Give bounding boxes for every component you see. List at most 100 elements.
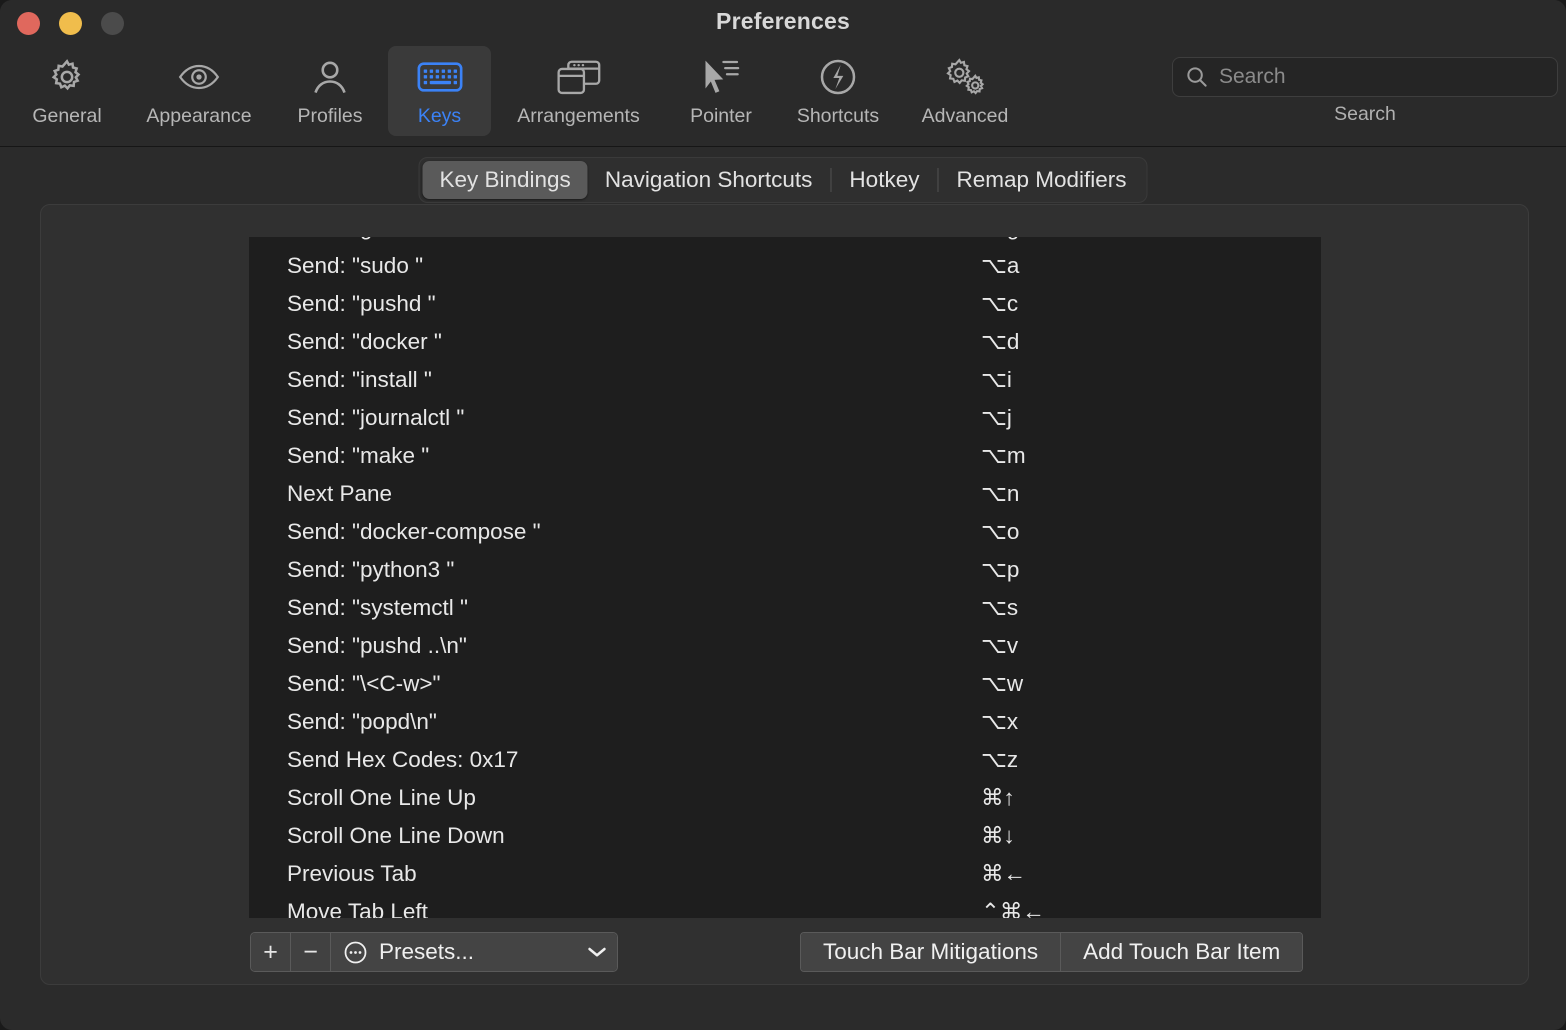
row-action: Send: "pushd " (287, 291, 981, 317)
row-shortcut: ⌥s (981, 595, 1321, 621)
key-bindings-panel: Send: "git status\n" ⌥g Send: "sudo " ⌥a… (40, 204, 1529, 985)
table-row[interactable]: Send: "journalctl " ⌥j (249, 399, 1321, 437)
toolbar-item-appearance[interactable]: Appearance (126, 46, 272, 136)
keyboard-icon (417, 56, 463, 98)
person-icon (311, 56, 349, 98)
toolbar-item-general[interactable]: General (8, 46, 126, 136)
preferences-window: Preferences General (0, 0, 1566, 1030)
key-bindings-list[interactable]: Send: "git status\n" ⌥g Send: "sudo " ⌥a… (249, 237, 1321, 918)
row-action: Scroll One Line Up (287, 785, 981, 811)
chevron-down-icon (587, 945, 607, 959)
table-row[interactable]: Send: "docker-compose " ⌥o (249, 513, 1321, 551)
toolbar-item-advanced[interactable]: Advanced (900, 46, 1030, 136)
toolbar-item-pointer[interactable]: Pointer (666, 46, 776, 136)
remove-binding-button[interactable]: − (291, 933, 331, 971)
cursor-icon (700, 56, 742, 98)
tab-remap-modifiers[interactable]: Remap Modifiers (939, 161, 1143, 199)
titlebar: Preferences General (0, 0, 1566, 147)
tab-key-bindings[interactable]: Key Bindings (422, 161, 587, 199)
toolbar-item-label: Keys (418, 105, 461, 128)
toolbar-item-profiles[interactable]: Profiles (272, 46, 388, 136)
table-row[interactable]: Send: "systemctl " ⌥s (249, 589, 1321, 627)
tab-hotkey[interactable]: Hotkey (832, 161, 936, 199)
row-shortcut: ⌥a (981, 253, 1321, 279)
key-bindings-rows: Send: "git status\n" ⌥g Send: "sudo " ⌥a… (249, 237, 1321, 918)
row-action: Send: "docker " (287, 329, 981, 355)
toolbar: General Appearance (8, 46, 1030, 136)
search-icon (1185, 65, 1209, 89)
table-row[interactable]: Send: "\<C-w>" ⌥w (249, 665, 1321, 703)
gear-icon (47, 56, 87, 98)
row-shortcut: ⌥z (981, 747, 1321, 773)
table-row[interactable]: Scroll One Line Down ⌘↓ (249, 817, 1321, 855)
row-shortcut: ⌥x (981, 709, 1321, 735)
row-action: Send: "popd\n" (287, 709, 981, 735)
row-action: Send: "pushd ..\n" (287, 633, 981, 659)
row-shortcut: ⌘↑ (981, 785, 1321, 811)
tab-divider (830, 168, 831, 192)
toolbar-item-label: Arrangements (517, 105, 639, 128)
row-action: Send: "\<C-w>" (287, 671, 981, 697)
row-action: Scroll One Line Down (287, 823, 981, 849)
row-action: Send: "install " (287, 367, 981, 393)
table-row[interactable]: Send: "install " ⌥i (249, 361, 1321, 399)
table-row[interactable]: Move Tab Left ⌃⌘← (249, 893, 1321, 918)
bolt-circle-icon (818, 56, 858, 98)
touch-bar-mitigations-button[interactable]: Touch Bar Mitigations (801, 933, 1060, 971)
row-shortcut: ⌥o (981, 519, 1321, 545)
tab-navigation-shortcuts[interactable]: Navigation Shortcuts (588, 161, 830, 199)
add-touch-bar-item-button[interactable]: Add Touch Bar Item (1060, 933, 1302, 971)
search-area: Search (1172, 57, 1558, 126)
table-row[interactable]: Send: "pushd ..\n" ⌥v (249, 627, 1321, 665)
toolbar-item-arrangements[interactable]: Arrangements (491, 46, 666, 136)
presets-label: Presets... (379, 939, 576, 965)
search-caption: Search (1334, 103, 1396, 126)
row-action: Send: "make " (287, 443, 981, 469)
table-row[interactable]: Send: "sudo " ⌥a (249, 247, 1321, 285)
table-row[interactable]: Send: "popd\n" ⌥x (249, 703, 1321, 741)
add-binding-button[interactable]: + (251, 933, 291, 971)
presets-dropdown[interactable]: Presets... (331, 933, 617, 971)
panel-bottom-bar: + − Presets... (41, 918, 1528, 986)
list-edit-controls: + − Presets... (250, 932, 618, 972)
row-shortcut: ⌥v (981, 633, 1321, 659)
row-shortcut: ⌘↓ (981, 823, 1321, 849)
row-shortcut: ⌘← (981, 861, 1321, 887)
row-action: Send: "docker-compose " (287, 519, 981, 545)
row-shortcut: ⌥p (981, 557, 1321, 583)
eye-icon (177, 56, 221, 98)
toolbar-item-label: Shortcuts (797, 105, 879, 128)
row-action: Send: "python3 " (287, 557, 981, 583)
segmented-control: Key Bindings Navigation Shortcuts Hotkey… (418, 157, 1147, 203)
row-action: Send: "systemctl " (287, 595, 981, 621)
row-action: Send: "journalctl " (287, 405, 981, 431)
row-shortcut: ⌥d (981, 329, 1321, 355)
table-row[interactable]: Send: "python3 " ⌥p (249, 551, 1321, 589)
table-row[interactable]: Previous Tab ⌘← (249, 855, 1321, 893)
row-action: Send: "git status\n" (287, 237, 981, 241)
windows-icon (556, 56, 602, 98)
row-shortcut: ⌥n (981, 481, 1321, 507)
row-shortcut: ⌥j (981, 405, 1321, 431)
table-row[interactable]: Send Hex Codes: 0x17 ⌥z (249, 741, 1321, 779)
table-row[interactable]: Send: "make " ⌥m (249, 437, 1321, 475)
table-row[interactable]: Send: "git status\n" ⌥g (249, 237, 1321, 247)
toolbar-item-label: Pointer (690, 105, 752, 128)
toolbar-item-label: Advanced (922, 105, 1009, 128)
toolbar-item-label: Appearance (146, 105, 251, 128)
row-shortcut: ⌥w (981, 671, 1321, 697)
toolbar-item-shortcuts[interactable]: Shortcuts (776, 46, 900, 136)
table-row[interactable]: Next Pane ⌥n (249, 475, 1321, 513)
table-row[interactable]: Send: "docker " ⌥d (249, 323, 1321, 361)
search-input[interactable] (1219, 65, 1545, 89)
toolbar-item-label: Profiles (297, 105, 362, 128)
row-shortcut: ⌥c (981, 291, 1321, 317)
row-shortcut: ⌥m (981, 443, 1321, 469)
row-action: Send: "sudo " (287, 253, 981, 279)
table-row[interactable]: Scroll One Line Up ⌘↑ (249, 779, 1321, 817)
toolbar-item-keys[interactable]: Keys (388, 46, 491, 136)
row-action: Move Tab Left (287, 899, 981, 918)
search-box[interactable] (1172, 57, 1558, 97)
tabs-row: Key Bindings Navigation Shortcuts Hotkey… (0, 147, 1566, 205)
table-row[interactable]: Send: "pushd " ⌥c (249, 285, 1321, 323)
